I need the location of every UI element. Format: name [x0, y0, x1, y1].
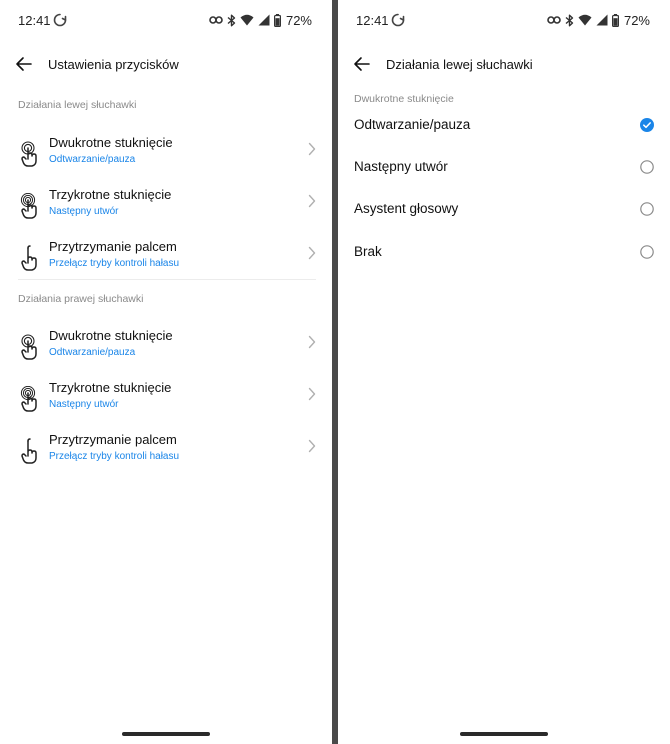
chevron-right-icon: [308, 246, 316, 260]
row-value: Następny utwór: [49, 399, 119, 410]
option-label: Odtwarzanie/pauza: [354, 117, 471, 132]
radio-unchecked-icon[interactable]: [640, 160, 654, 174]
status-icons: 72%: [209, 12, 312, 28]
row-value: Odtwarzanie/pauza: [49, 154, 136, 165]
triple-tap-icon: [20, 193, 37, 219]
option-label: Asystent głosowy: [354, 201, 459, 216]
app-bar: Działania lewej słuchawki: [338, 48, 670, 80]
row-value: Następny utwór: [49, 206, 119, 217]
status-time: 12:41: [18, 13, 51, 28]
headphones-link-icon: [209, 16, 223, 24]
headphones-link-icon: [547, 16, 561, 24]
double-tap-icon: [21, 334, 37, 360]
app-notification-icon: [391, 13, 405, 27]
option-label: Brak: [354, 244, 382, 259]
chevron-right-icon: [308, 335, 316, 349]
row-title: Przytrzymanie palcem: [49, 239, 177, 254]
bluetooth-icon: [565, 14, 574, 26]
battery-percent: 72%: [285, 12, 312, 28]
option-next-track[interactable]: Następny utwór: [338, 148, 670, 188]
status-bar: 12:41 72%: [0, 0, 332, 40]
button-settings-screen: 12:41 72% Ustawienia przycisków Działani…: [0, 0, 332, 744]
gesture-nav-handle[interactable]: [460, 732, 548, 736]
app-notification-icon: [53, 13, 67, 27]
section-label-double-tap: Dwukrotne stuknięcie: [354, 93, 454, 105]
chevron-right-icon: [308, 387, 316, 401]
status-icons: 72%: [547, 12, 650, 28]
wifi-icon: [578, 14, 592, 26]
row-title: Trzykrotne stuknięcie: [49, 187, 172, 202]
page-title: Działania lewej słuchawki: [386, 57, 533, 72]
row-title: Przytrzymanie palcem: [49, 432, 177, 447]
row-title: Dwukrotne stuknięcie: [49, 328, 173, 343]
row-value: Przełącz tryby kontroli hałasu: [49, 451, 180, 462]
setting-row-left-press-hold[interactable]: Przytrzymanie palcem Przełącz tryby kont…: [0, 233, 332, 285]
bluetooth-icon: [227, 14, 236, 26]
battery-percent: 72%: [623, 12, 650, 28]
status-time: 12:41: [356, 13, 389, 28]
setting-row-right-double-tap[interactable]: Dwukrotne stuknięcie Odtwarzanie/pauza: [0, 322, 332, 374]
triple-tap-icon: [20, 386, 37, 412]
section-divider: [18, 279, 316, 280]
section-label-left-earbud: Działania lewej słuchawki: [18, 99, 137, 111]
radio-unchecked-icon[interactable]: [640, 202, 654, 216]
setting-row-right-triple-tap[interactable]: Trzykrotne stuknięcie Następny utwór: [0, 374, 332, 426]
setting-row-right-press-hold[interactable]: Przytrzymanie palcem Przełącz tryby kont…: [0, 426, 332, 478]
signal-icon: [596, 14, 608, 26]
option-voice-assistant[interactable]: Asystent głosowy: [338, 190, 670, 230]
double-tap-icon: [21, 141, 37, 167]
row-value: Odtwarzanie/pauza: [49, 347, 136, 358]
press-hold-icon: [21, 438, 37, 464]
row-title: Dwukrotne stuknięcie: [49, 135, 173, 150]
left-earbud-actions-screen: 12:41 72% Działania lewej słuchawki Dwuk…: [338, 0, 670, 744]
chevron-right-icon: [308, 439, 316, 453]
option-play-pause[interactable]: Odtwarzanie/pauza: [338, 106, 670, 146]
back-arrow-icon[interactable]: [350, 52, 374, 76]
option-none[interactable]: Brak: [338, 233, 670, 273]
chevron-right-icon: [308, 194, 316, 208]
section-label-right-earbud: Działania prawej słuchawki: [18, 293, 144, 305]
press-hold-icon: [21, 245, 37, 271]
option-label: Następny utwór: [354, 159, 448, 174]
setting-row-left-double-tap[interactable]: Dwukrotne stuknięcie Odtwarzanie/pauza: [0, 129, 332, 181]
battery-icon: [273, 13, 281, 27]
status-bar: 12:41 72%: [338, 0, 670, 40]
radio-checked-icon[interactable]: [640, 118, 654, 132]
chevron-right-icon: [308, 142, 316, 156]
row-value: Przełącz tryby kontroli hałasu: [49, 258, 180, 269]
signal-icon: [258, 14, 270, 26]
battery-icon: [611, 13, 619, 27]
radio-unchecked-icon[interactable]: [640, 245, 654, 259]
row-title: Trzykrotne stuknięcie: [49, 380, 172, 395]
app-bar: Ustawienia przycisków: [0, 48, 332, 80]
setting-row-left-triple-tap[interactable]: Trzykrotne stuknięcie Następny utwór: [0, 181, 332, 233]
wifi-icon: [240, 14, 254, 26]
gesture-nav-handle[interactable]: [122, 732, 210, 736]
back-arrow-icon[interactable]: [12, 52, 36, 76]
page-title: Ustawienia przycisków: [48, 57, 179, 72]
